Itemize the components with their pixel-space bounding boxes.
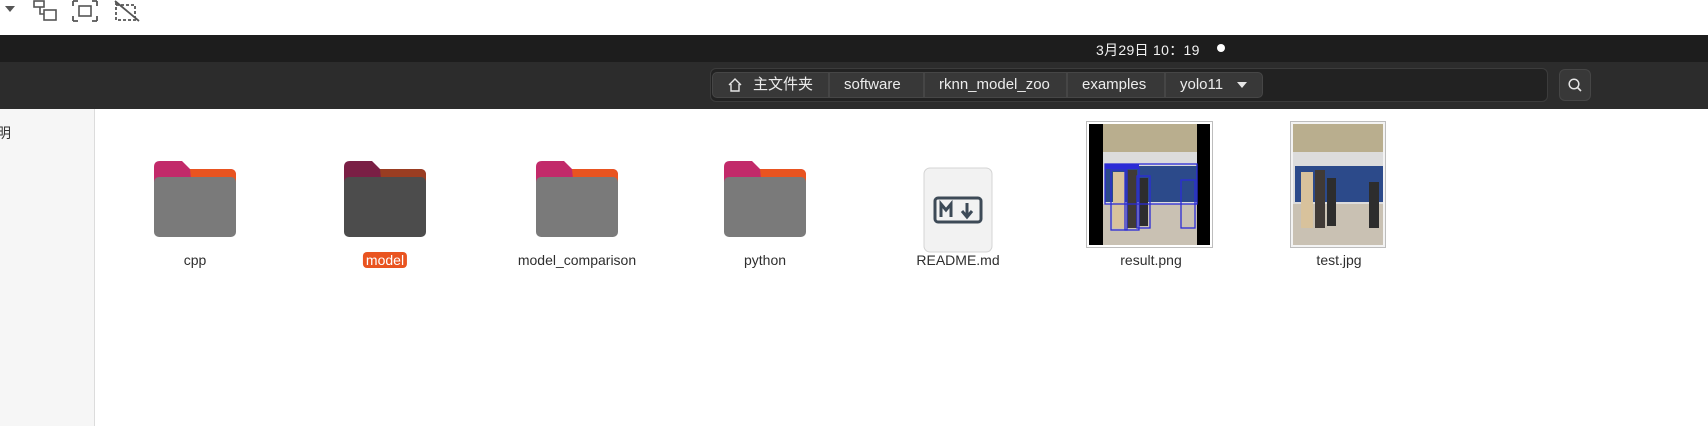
screenshot-area-icon[interactable] bbox=[71, 0, 99, 22]
file-label: result.png bbox=[1120, 252, 1182, 268]
file-item-model-comparison[interactable]: model_comparison bbox=[507, 159, 647, 268]
markdown-file-icon bbox=[923, 167, 993, 253]
sidebar-item-label[interactable]: 明 bbox=[0, 123, 11, 143]
file-grid: cpp model model_comparison python README… bbox=[95, 109, 1708, 426]
bus-photo-detections bbox=[1089, 124, 1210, 245]
crumb-label: rknn_model_zoo bbox=[939, 76, 1050, 93]
folder-icon bbox=[154, 161, 236, 237]
file-label: cpp bbox=[183, 252, 207, 268]
file-item-python[interactable]: python bbox=[705, 159, 825, 268]
crumb-label: yolo11 bbox=[1180, 76, 1224, 93]
move-down-icon[interactable] bbox=[32, 0, 58, 22]
folder-icon bbox=[536, 161, 618, 237]
file-label: python bbox=[743, 252, 787, 268]
home-icon bbox=[728, 78, 742, 92]
file-label: test.jpg bbox=[1316, 252, 1362, 268]
crumb-label: 主文件夹 bbox=[753, 76, 814, 93]
crumb-home[interactable]: 主文件夹 bbox=[712, 72, 829, 98]
image-thumbnail bbox=[1086, 121, 1213, 248]
crumb-examples[interactable]: examples bbox=[1067, 72, 1165, 98]
system-top-bar: 3月29日 10：19 bbox=[0, 35, 1708, 62]
chevron-down-icon[interactable] bbox=[1236, 81, 1248, 89]
no-crop-icon[interactable] bbox=[113, 0, 141, 22]
bus-photo bbox=[1293, 124, 1383, 245]
file-item-cpp[interactable]: cpp bbox=[135, 159, 255, 268]
crumb-yolo11[interactable]: yolo11 bbox=[1165, 72, 1263, 98]
file-label: README.md bbox=[916, 252, 1000, 268]
crumb-software[interactable]: software bbox=[829, 72, 924, 98]
file-item-test-jpg[interactable]: test.jpg bbox=[1289, 121, 1389, 268]
image-thumbnail bbox=[1290, 121, 1386, 248]
search-button[interactable] bbox=[1559, 69, 1591, 101]
app-toolbar bbox=[0, 0, 1708, 35]
crumb-label: software bbox=[844, 76, 901, 93]
sidebar: 明 bbox=[0, 109, 95, 426]
file-item-readme[interactable]: README.md bbox=[898, 159, 1018, 268]
path-bar: 主文件夹 software rknn_model_zoo examples yo… bbox=[710, 68, 1548, 102]
search-icon bbox=[1568, 78, 1582, 92]
crumb-rknn-model-zoo[interactable]: rknn_model_zoo bbox=[924, 72, 1067, 98]
file-item-result-png[interactable]: result.png bbox=[1086, 121, 1216, 268]
file-label: model_comparison bbox=[517, 252, 637, 268]
file-item-model[interactable]: model bbox=[325, 159, 445, 268]
crumb-label: examples bbox=[1082, 76, 1147, 93]
dropdown-arrow-icon[interactable] bbox=[4, 4, 16, 14]
file-label: model bbox=[362, 252, 408, 268]
folder-icon bbox=[344, 161, 426, 237]
notification-dot-icon bbox=[1217, 44, 1225, 52]
folder-icon bbox=[724, 161, 806, 237]
clock[interactable]: 3月29日 10：19 bbox=[1096, 40, 1200, 60]
header-bar: 主文件夹 software rknn_model_zoo examples yo… bbox=[0, 62, 1708, 110]
